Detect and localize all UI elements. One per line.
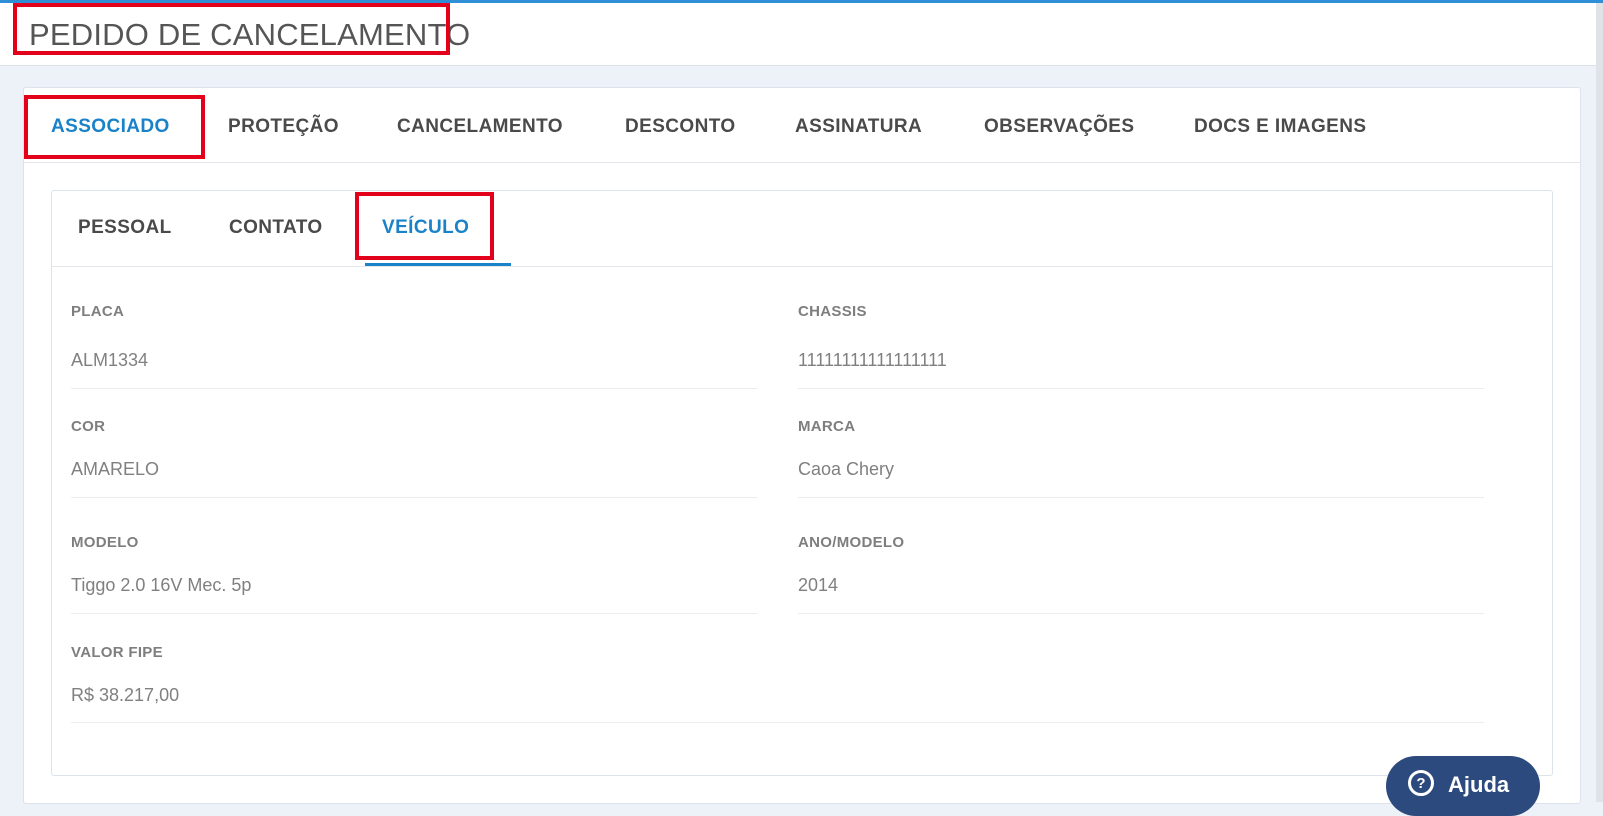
scrollbar[interactable] [1596, 3, 1603, 802]
tab-contato[interactable]: CONTATO [229, 217, 323, 239]
field-divider [798, 497, 1484, 498]
field-label: ANO/MODELO [798, 534, 905, 551]
field-value: AMARELO [71, 459, 160, 479]
sub-tabs: PESSOAL CONTATO VEÍCULO [52, 191, 1552, 267]
field-label: PLACA [71, 303, 125, 320]
page-header: PEDIDO DE CANCELAMENTO [0, 3, 1600, 66]
help-button[interactable]: ? Ajuda [1386, 756, 1540, 816]
tab-associado[interactable]: ASSOCIADO [51, 116, 170, 138]
tab-cancelamento[interactable]: CANCELAMENTO [397, 116, 563, 138]
field-label: MARCA [798, 418, 856, 435]
field-value: ALM1334 [71, 350, 149, 370]
field-divider [71, 497, 757, 498]
field-divider [71, 388, 757, 389]
field-label: MODELO [71, 534, 139, 551]
tab-observacoes[interactable]: OBSERVAÇÕES [984, 116, 1134, 138]
field-divider [798, 388, 1484, 389]
main-tabs: ASSOCIADO PROTEÇÃO CANCELAMENTO DESCONTO… [24, 88, 1580, 163]
tab-desconto[interactable]: DESCONTO [625, 116, 736, 138]
tab-assinatura[interactable]: ASSINATURA [795, 116, 922, 138]
question-circle-icon: ? [1408, 770, 1434, 796]
vehicle-card: PESSOAL CONTATO VEÍCULO PLACA ALM1334 CH… [51, 190, 1553, 776]
field-divider [71, 613, 757, 614]
field-value: 11111111111111111 [798, 350, 947, 370]
help-label: Ajuda [1448, 772, 1510, 797]
tab-docs-e-imagens[interactable]: DOCS E IMAGENS [1194, 116, 1366, 138]
field-divider [71, 722, 1484, 723]
active-tab-underline [365, 263, 511, 266]
field-value: Tiggo 2.0 16V Mec. 5p [71, 575, 252, 595]
field-label: CHASSIS [798, 303, 867, 320]
field-value: Caoa Chery [798, 459, 895, 479]
field-label: VALOR FIPE [71, 644, 163, 661]
tab-pessoal[interactable]: PESSOAL [78, 217, 172, 239]
main-card: ASSOCIADO PROTEÇÃO CANCELAMENTO DESCONTO… [23, 87, 1581, 804]
tab-veiculo[interactable]: VEÍCULO [382, 217, 469, 239]
tab-protecao[interactable]: PROTEÇÃO [228, 116, 339, 138]
field-value: R$ 38.217,00 [71, 685, 180, 705]
field-label: COR [71, 418, 106, 435]
field-divider [798, 613, 1484, 614]
page-title: PEDIDO DE CANCELAMENTO [29, 17, 471, 52]
field-value: 2014 [798, 575, 839, 595]
